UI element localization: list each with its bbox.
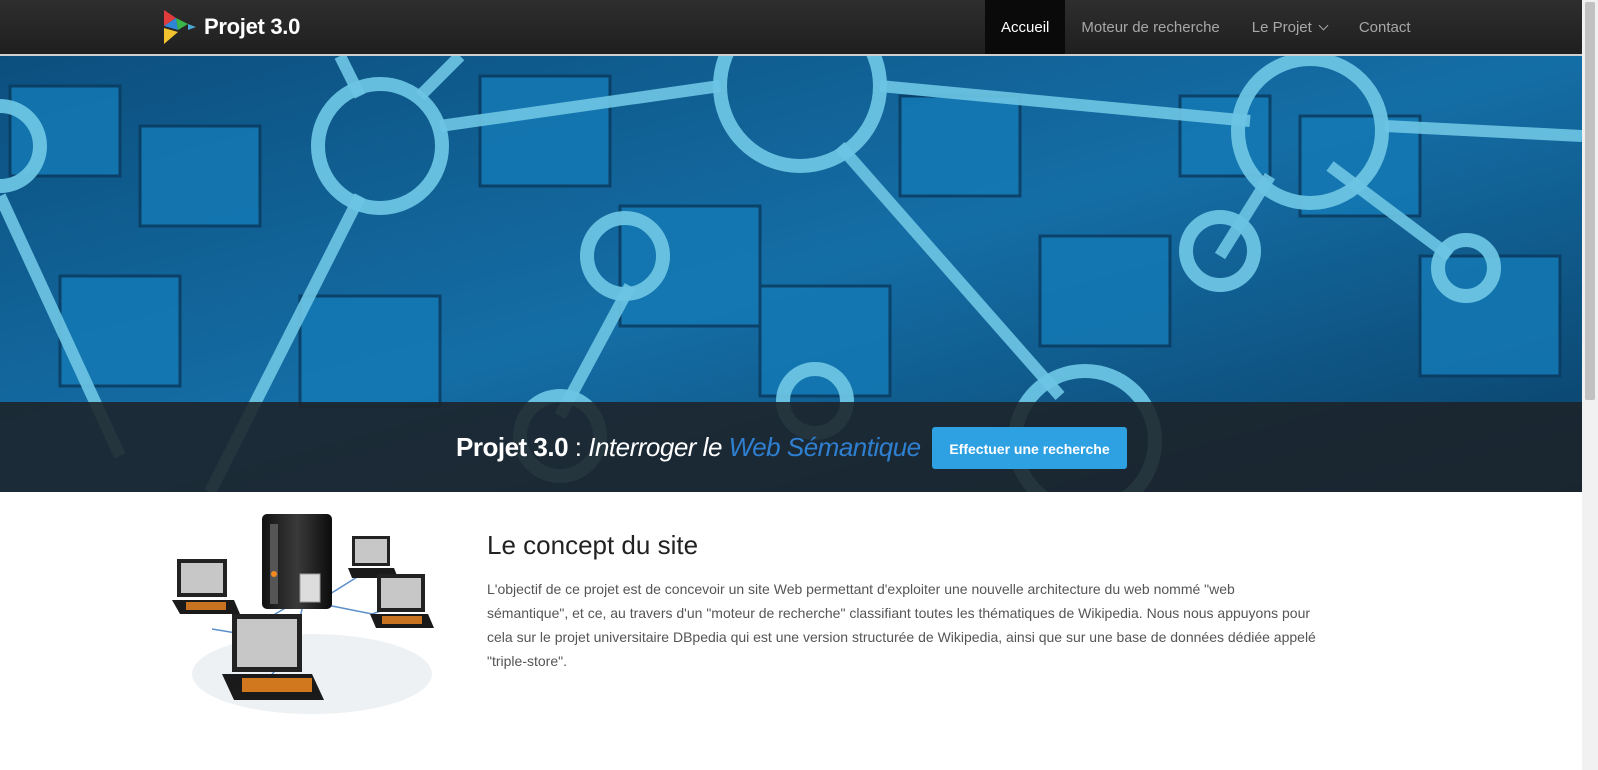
logo-icon	[164, 10, 196, 44]
nav-label: Contact	[1358, 19, 1411, 36]
hero-title: Projet 3.0 : Interroger le Web Sémantiqu…	[456, 432, 921, 463]
concept-paragraph: L'objectif de ce projet est de concevoir…	[487, 581, 1316, 669]
hero-title-accent: Web Sémantique	[728, 432, 921, 462]
nav-label: Accueil	[1001, 19, 1050, 36]
hero-title-strong: Projet 3.0	[456, 432, 569, 462]
navbar: Projet 3.0 Accueil Moteur de recherche L…	[0, 0, 1582, 56]
nav-item-contact[interactable]: Contact	[1343, 0, 1427, 54]
nav-item-le-projet[interactable]: Le Projet	[1236, 0, 1343, 54]
nav-item-accueil[interactable]: Accueil	[985, 0, 1066, 54]
network-illustration	[172, 514, 434, 714]
scrollbar-thumb[interactable]	[1585, 2, 1595, 400]
brand-link[interactable]: Projet 3.0	[162, 8, 300, 46]
nav-label: Moteur de recherche	[1081, 19, 1220, 36]
chevron-down-icon	[1318, 20, 1329, 31]
hero-title-separator: :	[568, 432, 589, 462]
brand-name: Projet 3.0	[204, 14, 301, 39]
page-scrollbar[interactable]	[1582, 0, 1598, 770]
nav-item-moteur-de-recherche[interactable]: Moteur de recherche	[1065, 0, 1235, 54]
hero-title-italic: Interroger le	[588, 432, 729, 462]
concept-title: Le concept du site	[487, 530, 699, 560]
nav-label: Le Projet	[1251, 19, 1312, 36]
search-cta-button[interactable]: Effectuer une recherche	[932, 427, 1127, 469]
hero-banner: Projet 3.0 : Interroger le Web Sémantiqu…	[0, 56, 1582, 492]
main-nav: Accueil Moteur de recherche Le Projet Co…	[985, 0, 1427, 54]
